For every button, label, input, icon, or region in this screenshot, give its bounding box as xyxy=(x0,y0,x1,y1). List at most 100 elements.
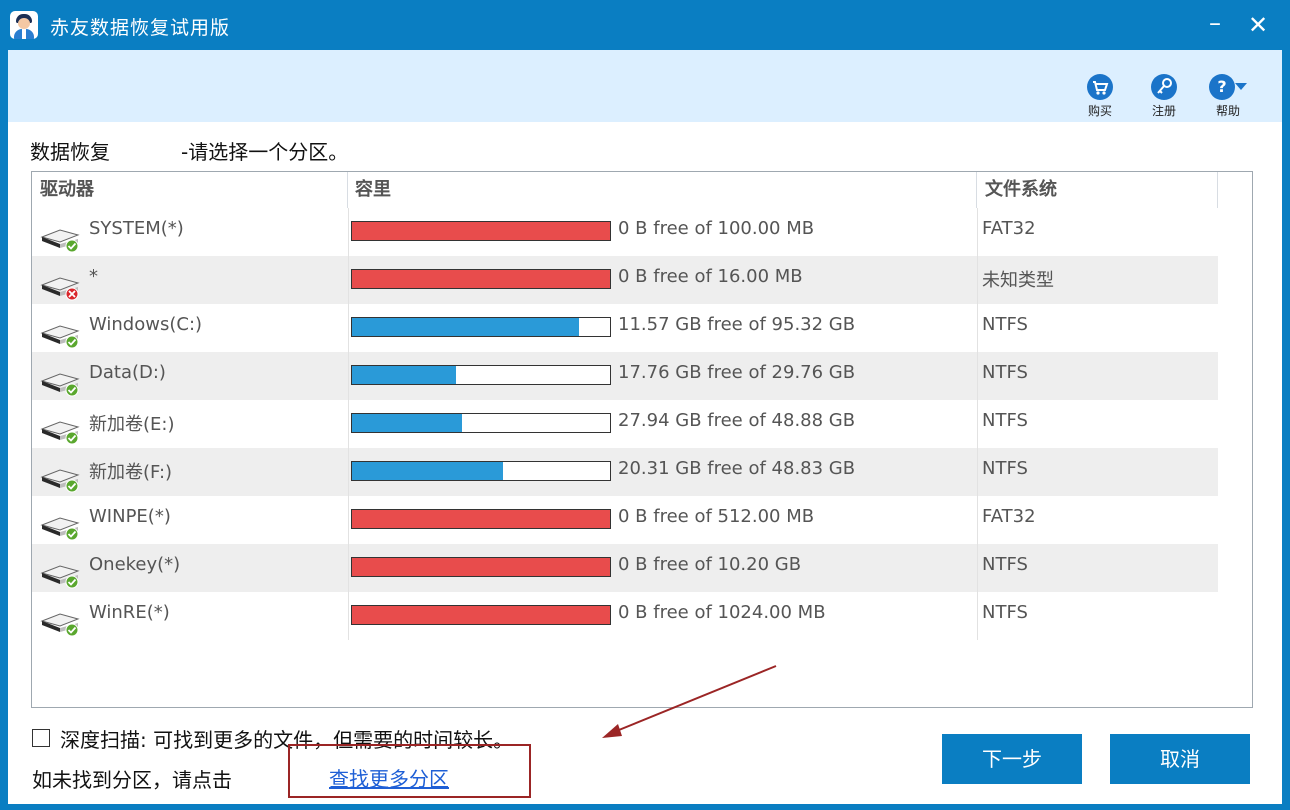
capacity-text: 17.76 GB free of 29.76 GB xyxy=(618,362,856,383)
drive-name: WINPE(*) xyxy=(89,506,171,527)
usage-bar xyxy=(351,605,611,625)
check-badge-icon xyxy=(65,239,79,253)
table-row[interactable]: Onekey(*) 0 B free of 10.20 GB NTFS xyxy=(32,544,1218,592)
drive-icon xyxy=(40,325,80,349)
minimize-button[interactable]: – xyxy=(1200,10,1230,40)
check-badge-icon xyxy=(65,623,79,637)
drive-icon xyxy=(40,421,80,445)
table-row[interactable]: * 0 B free of 16.00 MB 未知类型 xyxy=(32,256,1218,304)
filesystem-text: NTFS xyxy=(982,458,1028,479)
help-button[interactable]: ? 帮助 xyxy=(1208,74,1248,120)
filesystem-text: FAT32 xyxy=(982,218,1036,239)
column-header-capacity[interactable]: 容里 xyxy=(348,172,977,208)
capacity-text: 0 B free of 512.00 MB xyxy=(618,506,815,527)
drive-name: 新加卷(F:) xyxy=(89,462,173,483)
usage-bar xyxy=(351,509,611,529)
drive-name: Onekey(*) xyxy=(89,554,181,575)
drive-name: Data(D:) xyxy=(89,362,166,383)
capacity-text: 27.94 GB free of 48.88 GB xyxy=(618,410,856,431)
cancel-button[interactable]: 取消 xyxy=(1110,734,1250,784)
usage-bar-fill xyxy=(352,222,610,240)
table-row[interactable]: Data(D:) 17.76 GB free of 29.76 GB NTFS xyxy=(32,352,1218,400)
partition-table: 驱动器 容里 文件系统 SYSTEM(*) 0 B free of 100.00 … xyxy=(31,171,1253,708)
filesystem-text: NTFS xyxy=(982,602,1028,623)
table-header: 驱动器 容里 文件系统 xyxy=(32,172,1218,208)
buy-button[interactable]: 购买 xyxy=(1080,74,1120,120)
table-row[interactable]: 新加卷(E:) 27.94 GB free of 48.88 GB NTFS xyxy=(32,400,1218,448)
filesystem-text: 未知类型 xyxy=(982,270,1054,291)
close-button[interactable]: ✕ xyxy=(1243,10,1273,40)
usage-bar xyxy=(351,365,611,385)
app-logo-icon xyxy=(10,11,38,39)
column-header-filesystem[interactable]: 文件系统 xyxy=(977,172,1218,208)
check-badge-icon xyxy=(65,431,79,445)
help-label: 帮助 xyxy=(1215,104,1240,118)
main-panel: 购买 注册 ? 帮助 数据恢复 -请选择一个分区。 驱动器 容里 文件系统 SY… xyxy=(8,50,1282,804)
drive-icon xyxy=(40,517,80,541)
check-badge-icon xyxy=(65,479,79,493)
table-row[interactable]: 新加卷(F:) 20.31 GB free of 48.83 GB NTFS xyxy=(32,448,1218,496)
drive-name: WinRE(*) xyxy=(89,602,170,623)
filesystem-text: NTFS xyxy=(982,554,1028,575)
filesystem-text: NTFS xyxy=(982,362,1028,383)
table-row[interactable]: WINPE(*) 0 B free of 512.00 MB FAT32 xyxy=(32,496,1218,544)
capacity-text: 20.31 GB free of 48.83 GB xyxy=(618,458,856,479)
drive-name: SYSTEM(*) xyxy=(89,218,184,239)
drive-icon xyxy=(40,373,80,397)
drive-icon xyxy=(40,613,80,637)
usage-bar xyxy=(351,461,611,481)
toolbar: 购买 注册 ? 帮助 xyxy=(8,50,1282,122)
usage-bar xyxy=(351,221,611,241)
not-found-text: 如未找到分区，请点击 xyxy=(32,768,232,792)
usage-bar xyxy=(351,269,611,289)
section-title: 数据恢复 xyxy=(30,140,110,164)
annotation-arrow xyxy=(602,665,777,738)
register-label: 注册 xyxy=(1151,104,1176,118)
drive-icon xyxy=(40,229,80,253)
drive-name: 新加卷(E:) xyxy=(89,414,175,435)
question-icon: ? xyxy=(1209,74,1235,100)
drive-name: * xyxy=(89,266,98,287)
usage-bar-fill xyxy=(352,318,579,336)
chevron-down-icon xyxy=(1235,83,1247,90)
usage-bar xyxy=(351,317,611,337)
cart-icon xyxy=(1087,74,1113,100)
table-row[interactable]: SYSTEM(*) 0 B free of 100.00 MB FAT32 xyxy=(32,208,1218,256)
capacity-text: 0 B free of 1024.00 MB xyxy=(618,602,826,623)
drive-icon xyxy=(40,469,80,493)
filesystem-text: FAT32 xyxy=(982,506,1036,527)
table-row[interactable]: Windows(C:) 11.57 GB free of 95.32 GB NTFS xyxy=(32,304,1218,352)
capacity-text: 0 B free of 100.00 MB xyxy=(618,218,815,239)
usage-bar-fill xyxy=(352,606,610,624)
column-header-drive[interactable]: 驱动器 xyxy=(32,172,348,208)
check-badge-icon xyxy=(65,527,79,541)
capacity-text: 0 B free of 16.00 MB xyxy=(618,266,803,287)
check-badge-icon xyxy=(65,575,79,589)
capacity-text: 11.57 GB free of 95.32 GB xyxy=(618,314,856,335)
table-row[interactable]: WinRE(*) 0 B free of 1024.00 MB NTFS xyxy=(32,592,1218,640)
usage-bar xyxy=(351,413,611,433)
find-more-partitions-link[interactable]: 查找更多分区 xyxy=(329,763,449,792)
filesystem-text: NTFS xyxy=(982,410,1028,431)
usage-bar-fill xyxy=(352,462,503,480)
buy-label: 购买 xyxy=(1087,104,1112,118)
usage-bar-fill xyxy=(352,366,456,384)
check-badge-icon xyxy=(65,335,79,349)
register-button[interactable]: 注册 xyxy=(1144,74,1184,120)
section-hint: -请选择一个分区。 xyxy=(181,140,349,164)
drive-icon xyxy=(40,565,80,589)
usage-bar-fill xyxy=(352,558,610,576)
usage-bar-fill xyxy=(352,510,610,528)
usage-bar-fill xyxy=(352,270,610,288)
window-title: 赤友数据恢复试用版 xyxy=(50,17,231,39)
filesystem-text: NTFS xyxy=(982,314,1028,335)
next-button[interactable]: 下一步 xyxy=(942,734,1082,784)
drive-name: Windows(C:) xyxy=(89,314,203,335)
check-badge-icon xyxy=(65,383,79,397)
usage-bar xyxy=(351,557,611,577)
key-icon xyxy=(1151,74,1177,100)
title-bar: 赤友数据恢复试用版 – ✕ xyxy=(0,0,1290,50)
usage-bar-fill xyxy=(352,414,462,432)
capacity-text: 0 B free of 10.20 GB xyxy=(618,554,802,575)
deep-scan-checkbox[interactable] xyxy=(32,729,50,747)
